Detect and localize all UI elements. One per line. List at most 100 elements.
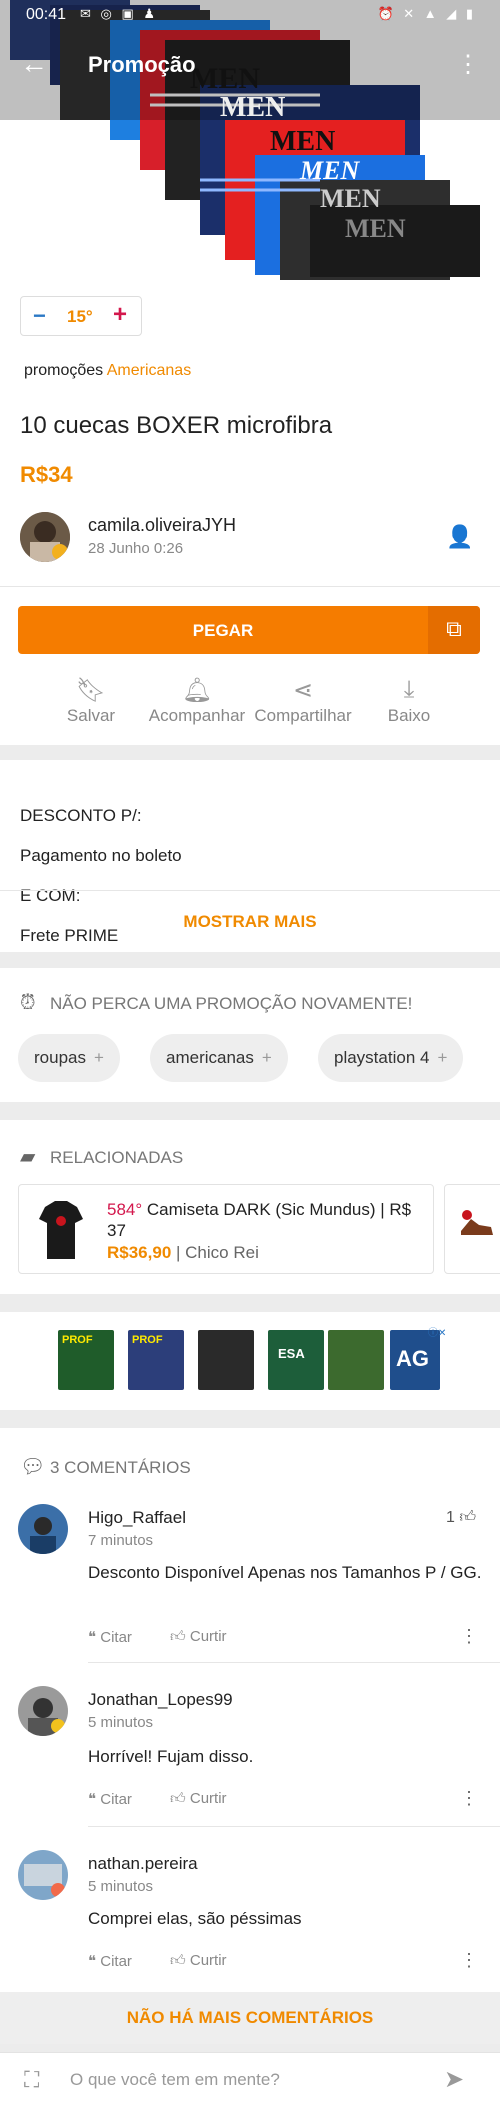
alert-chip-roupas[interactable]: roupas + <box>18 1034 120 1082</box>
comment-more-icon[interactable]: ⋮ <box>460 1788 478 1809</box>
comments-heading-text: 3 COMENTÁRIOS <box>50 1458 191 1477</box>
like-button[interactable]: 👍︎ Curtir <box>170 1790 227 1808</box>
vote-cold-button[interactable]: − <box>33 303 46 329</box>
quote-label: Citar <box>100 1791 132 1808</box>
shoe-thumbnail <box>461 1210 493 1235</box>
brand-label-3: MEN <box>270 126 336 157</box>
plus-icon: + <box>437 1048 448 1067</box>
comment-more-icon[interactable]: ⋮ <box>460 1626 478 1647</box>
deal-title: 10 cuecas BOXER microfibra <box>20 412 333 439</box>
description-text: DESCONTO P/: Pagamento no boleto E COM: … <box>20 786 182 966</box>
ad-choices-icon[interactable]: ⓘ✕ <box>428 1324 446 1339</box>
author-name[interactable]: camila.oliveiraJYH <box>88 515 236 536</box>
commenter-avatar[interactable] <box>18 1686 68 1736</box>
description-line: E COM: <box>20 886 81 905</box>
expand-icon[interactable]: ⛶ <box>24 2067 39 2093</box>
ad-book-label: PROF <box>132 1334 163 1346</box>
quote-button[interactable]: ❝ Citar <box>88 1952 132 1970</box>
thumbs-up-icon: 👍︎ <box>170 1628 186 1645</box>
alerts-heading: ⏰︎ NÃO PERCA UMA PROMOÇÃO NOVAMENTE! <box>20 992 412 1015</box>
like-label: Curtir <box>189 1628 227 1645</box>
ad-banner[interactable]: PROF PROF ESA AG ⓘ✕ <box>58 1328 446 1392</box>
quote-icon: ❝ <box>88 1953 97 1970</box>
share-icon: ⋖ <box>292 677 314 704</box>
get-deal-button[interactable]: PEGAR ⧉ <box>18 606 480 654</box>
page-title: Promoção <box>88 52 196 77</box>
like-button[interactable]: 👍︎ Curtir <box>170 1628 227 1646</box>
author-avatar-image <box>20 512 70 562</box>
tshirt-thumbnail <box>37 1197 85 1263</box>
follow-user-icon[interactable]: 👤 <box>446 524 473 550</box>
like-button[interactable]: 👍︎ Curtir <box>170 1952 227 1970</box>
comments-heading: 💬︎ 3 COMENTÁRIOS <box>20 1454 191 1479</box>
commenter-avatar[interactable] <box>18 1504 68 1554</box>
product-image: MEN MEN MEN MEN MEN MEN 00:41 ✉ ◎ ▣ ♟ ⏰ … <box>0 0 500 290</box>
related-price: R$36,90 <box>107 1243 172 1262</box>
ad-book-label: ESA <box>278 1346 305 1361</box>
back-arrow-icon[interactable]: ← <box>20 48 48 80</box>
brand-label-5: MEN <box>320 184 381 213</box>
quote-icon: ❝ <box>88 1629 97 1646</box>
brand-label-2: MEN <box>220 92 286 123</box>
divider <box>0 890 500 891</box>
chip-label: roupas <box>34 1048 86 1067</box>
external-link-icon[interactable]: ⧉ <box>428 606 480 654</box>
avatar-image <box>18 1686 68 1736</box>
related-heading: ▰ RELACIONADAS <box>20 1144 183 1169</box>
comment-text: Comprei elas, são péssimas <box>88 1909 302 1928</box>
comment-time: 5 minutos <box>88 1714 154 1731</box>
more-vert-icon[interactable]: ⋮ <box>456 50 480 79</box>
like-count[interactable]: 1 👍︎ <box>446 1508 476 1527</box>
download-action[interactable]: ⤓ Baixo <box>354 676 464 726</box>
brand-label-4: MEN <box>300 156 360 185</box>
comment-input[interactable] <box>70 2065 430 2095</box>
plus-icon: + <box>261 1048 272 1067</box>
avatar-image <box>18 1850 68 1900</box>
divider <box>88 1662 500 1663</box>
quote-label: Citar <box>100 1953 132 1970</box>
ad-book-label: PROF <box>62 1334 93 1346</box>
save-label: Salvar <box>66 706 116 725</box>
brand-label-6: MEN <box>345 214 406 243</box>
commenter-name[interactable]: nathan.pereira <box>88 1854 198 1874</box>
ad-book <box>198 1330 254 1390</box>
download-label: Baixo <box>387 706 431 725</box>
commenter-name[interactable]: Jonathan_Lopes99 <box>88 1690 233 1710</box>
ad-book: ESA <box>268 1330 324 1390</box>
related-deal-card-next[interactable] <box>444 1184 500 1274</box>
store-line: promoções Americanas <box>24 362 191 380</box>
related-deal-card[interactable]: 584° Camiseta DARK (Sic Mundus) | R$ 37 … <box>18 1184 434 1274</box>
vote-hot-button[interactable]: + <box>113 301 127 329</box>
save-action[interactable]: 🔖︎ Salvar <box>36 676 146 726</box>
show-more-button[interactable]: MOSTRAR MAIS <box>0 912 500 932</box>
commenter-name[interactable]: Higo_Raffael <box>88 1508 186 1528</box>
share-action[interactable]: ⋖ Compartilhar <box>248 676 358 726</box>
share-label: Compartilhar <box>254 706 352 725</box>
related-price-line: R$36,90 | Chico Rei <box>107 1243 259 1262</box>
store-link[interactable]: Americanas <box>107 362 191 379</box>
alert-chip-playstation[interactable]: playstation 4 + <box>318 1034 464 1082</box>
comment-time: 7 minutos <box>88 1532 154 1549</box>
comment-text: Desconto Disponível Apenas nos Tamanhos … <box>88 1563 482 1582</box>
commenter-avatar[interactable] <box>18 1850 68 1900</box>
thumbs-up-icon: 👍︎ <box>459 1509 477 1526</box>
no-more-comments: NÃO HÁ MAIS COMENTÁRIOS <box>0 1992 500 2044</box>
send-icon[interactable]: ➤ <box>444 2065 464 2094</box>
alerts-heading-text: NÃO PERCA UMA PROMOÇÃO NOVAMENTE! <box>50 994 413 1013</box>
app-bar: ← Promoção ⋮ <box>0 40 500 90</box>
folder-icon: ▰ <box>20 1146 36 1168</box>
plus-icon: + <box>93 1048 104 1067</box>
follow-action[interactable]: 🔔︎ Acompanhar <box>142 676 252 726</box>
divider <box>88 1826 500 1827</box>
like-count-value: 1 <box>446 1509 455 1526</box>
related-store: Chico Rei <box>185 1243 259 1262</box>
quote-button[interactable]: ❝ Citar <box>88 1628 132 1646</box>
related-heading-text: RELACIONADAS <box>50 1148 184 1167</box>
comment-more-icon[interactable]: ⋮ <box>460 1950 478 1971</box>
temperature-widget: − 15° + <box>20 296 142 336</box>
ad-badge: AG <box>390 1330 440 1390</box>
quote-button[interactable]: ❝ Citar <box>88 1790 132 1808</box>
description-line: Pagamento no boleto <box>20 846 182 865</box>
alert-chip-americanas[interactable]: americanas + <box>150 1034 288 1082</box>
author-avatar[interactable] <box>20 512 70 562</box>
